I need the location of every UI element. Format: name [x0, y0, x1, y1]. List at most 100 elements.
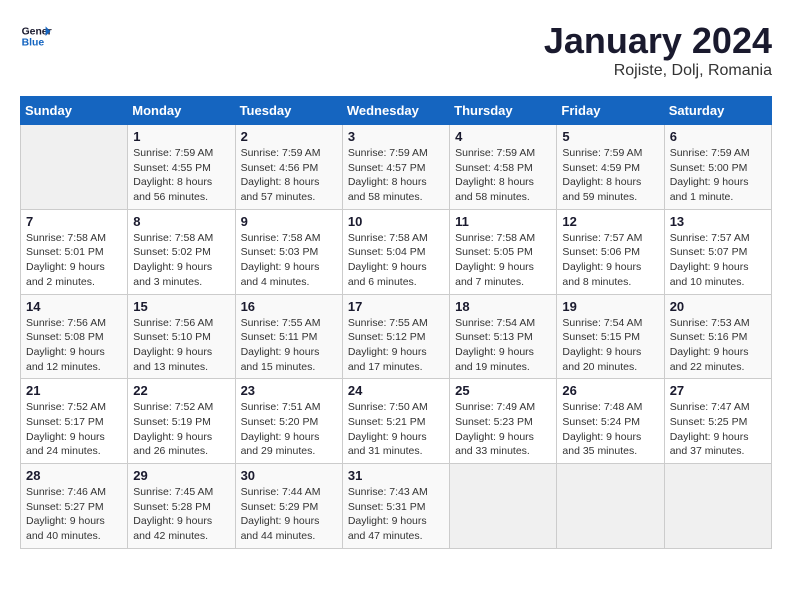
- calendar-cell: 25 Sunrise: 7:49 AM Sunset: 5:23 PM Dayli…: [450, 379, 557, 464]
- calendar-cell: 10 Sunrise: 7:58 AM Sunset: 5:04 PM Dayli…: [342, 209, 449, 294]
- calendar-week-5: 28 Sunrise: 7:46 AM Sunset: 5:27 PM Dayli…: [21, 464, 772, 549]
- header-cell-saturday: Saturday: [664, 97, 771, 125]
- day-info: Sunrise: 7:59 AM Sunset: 4:56 PM Dayligh…: [241, 146, 337, 205]
- day-info: Sunrise: 7:50 AM Sunset: 5:21 PM Dayligh…: [348, 400, 444, 459]
- calendar-subtitle: Rojiste, Dolj, Romania: [544, 62, 772, 80]
- day-number: 13: [670, 214, 766, 229]
- calendar-cell: 28 Sunrise: 7:46 AM Sunset: 5:27 PM Dayli…: [21, 464, 128, 549]
- day-number: 5: [562, 129, 658, 144]
- day-number: 23: [241, 383, 337, 398]
- calendar-cell: [664, 464, 771, 549]
- calendar-table: SundayMondayTuesdayWednesdayThursdayFrid…: [20, 96, 772, 549]
- day-number: 26: [562, 383, 658, 398]
- header-cell-tuesday: Tuesday: [235, 97, 342, 125]
- day-info: Sunrise: 7:57 AM Sunset: 5:07 PM Dayligh…: [670, 231, 766, 290]
- calendar-body: 1Sunrise: 7:59 AM Sunset: 4:55 PM Daylig…: [21, 125, 772, 549]
- day-info: Sunrise: 7:49 AM Sunset: 5:23 PM Dayligh…: [455, 400, 551, 459]
- calendar-cell: 9 Sunrise: 7:58 AM Sunset: 5:03 PM Daylig…: [235, 209, 342, 294]
- header-row: SundayMondayTuesdayWednesdayThursdayFrid…: [21, 97, 772, 125]
- calendar-cell: 26 Sunrise: 7:48 AM Sunset: 5:24 PM Dayli…: [557, 379, 664, 464]
- calendar-cell: 16 Sunrise: 7:55 AM Sunset: 5:11 PM Dayli…: [235, 294, 342, 379]
- day-number: 1: [133, 129, 229, 144]
- calendar-cell: 29 Sunrise: 7:45 AM Sunset: 5:28 PM Dayli…: [128, 464, 235, 549]
- calendar-cell: 30Sunrise: 7:44 AM Sunset: 5:29 PM Dayli…: [235, 464, 342, 549]
- svg-text:Blue: Blue: [22, 38, 45, 49]
- calendar-cell: 7Sunrise: 7:58 AM Sunset: 5:01 PM Daylig…: [21, 209, 128, 294]
- day-info: Sunrise: 7:58 AM Sunset: 5:02 PM Dayligh…: [133, 231, 229, 290]
- day-info: Sunrise: 7:54 AM Sunset: 5:13 PM Dayligh…: [455, 316, 551, 375]
- day-number: 29: [133, 468, 229, 483]
- day-number: 31: [348, 468, 444, 483]
- day-number: 10: [348, 214, 444, 229]
- day-info: Sunrise: 7:53 AM Sunset: 5:16 PM Dayligh…: [670, 316, 766, 375]
- logo-icon: General Blue: [20, 20, 52, 52]
- day-number: 30: [241, 468, 337, 483]
- day-info: Sunrise: 7:51 AM Sunset: 5:20 PM Dayligh…: [241, 400, 337, 459]
- calendar-cell: 31Sunrise: 7:43 AM Sunset: 5:31 PM Dayli…: [342, 464, 449, 549]
- calendar-cell: 11 Sunrise: 7:58 AM Sunset: 5:05 PM Dayli…: [450, 209, 557, 294]
- day-number: 18: [455, 299, 551, 314]
- day-number: 15: [133, 299, 229, 314]
- day-info: Sunrise: 7:47 AM Sunset: 5:25 PM Dayligh…: [670, 400, 766, 459]
- calendar-cell: 14 Sunrise: 7:56 AM Sunset: 5:08 PM Dayli…: [21, 294, 128, 379]
- header-cell-wednesday: Wednesday: [342, 97, 449, 125]
- calendar-cell: 17 Sunrise: 7:55 AM Sunset: 5:12 PM Dayli…: [342, 294, 449, 379]
- day-number: 2: [241, 129, 337, 144]
- calendar-cell: 5 Sunrise: 7:59 AM Sunset: 4:59 PM Daylig…: [557, 125, 664, 210]
- day-info: Sunrise: 7:56 AM Sunset: 5:08 PM Dayligh…: [26, 316, 122, 375]
- calendar-cell: 4 Sunrise: 7:59 AM Sunset: 4:58 PM Daylig…: [450, 125, 557, 210]
- day-number: 4: [455, 129, 551, 144]
- day-info: Sunrise: 7:54 AM Sunset: 5:15 PM Dayligh…: [562, 316, 658, 375]
- calendar-cell: 23 Sunrise: 7:51 AM Sunset: 5:20 PM Dayli…: [235, 379, 342, 464]
- calendar-cell: [450, 464, 557, 549]
- calendar-cell: 21Sunrise: 7:52 AM Sunset: 5:17 PM Dayli…: [21, 379, 128, 464]
- day-info: Sunrise: 7:59 AM Sunset: 5:00 PM Dayligh…: [670, 146, 766, 205]
- calendar-cell: 6 Sunrise: 7:59 AM Sunset: 5:00 PM Daylig…: [664, 125, 771, 210]
- calendar-cell: 19Sunrise: 7:54 AM Sunset: 5:15 PM Dayli…: [557, 294, 664, 379]
- calendar-title: January 2024: [544, 20, 772, 62]
- calendar-cell: 8Sunrise: 7:58 AM Sunset: 5:02 PM Daylig…: [128, 209, 235, 294]
- calendar-cell: 18 Sunrise: 7:54 AM Sunset: 5:13 PM Dayli…: [450, 294, 557, 379]
- header-cell-friday: Friday: [557, 97, 664, 125]
- day-info: Sunrise: 7:58 AM Sunset: 5:05 PM Dayligh…: [455, 231, 551, 290]
- calendar-week-2: 7Sunrise: 7:58 AM Sunset: 5:01 PM Daylig…: [21, 209, 772, 294]
- day-info: Sunrise: 7:52 AM Sunset: 5:17 PM Dayligh…: [26, 400, 122, 459]
- day-info: Sunrise: 7:59 AM Sunset: 4:59 PM Dayligh…: [562, 146, 658, 205]
- calendar-week-4: 21Sunrise: 7:52 AM Sunset: 5:17 PM Dayli…: [21, 379, 772, 464]
- calendar-week-1: 1Sunrise: 7:59 AM Sunset: 4:55 PM Daylig…: [21, 125, 772, 210]
- day-info: Sunrise: 7:46 AM Sunset: 5:27 PM Dayligh…: [26, 485, 122, 544]
- calendar-cell: 3Sunrise: 7:59 AM Sunset: 4:57 PM Daylig…: [342, 125, 449, 210]
- day-number: 22: [133, 383, 229, 398]
- calendar-cell: 24Sunrise: 7:50 AM Sunset: 5:21 PM Dayli…: [342, 379, 449, 464]
- day-info: Sunrise: 7:55 AM Sunset: 5:12 PM Dayligh…: [348, 316, 444, 375]
- calendar-cell: 12Sunrise: 7:57 AM Sunset: 5:06 PM Dayli…: [557, 209, 664, 294]
- calendar-cell: 20Sunrise: 7:53 AM Sunset: 5:16 PM Dayli…: [664, 294, 771, 379]
- day-number: 28: [26, 468, 122, 483]
- calendar-cell: [21, 125, 128, 210]
- day-number: 27: [670, 383, 766, 398]
- day-number: 14: [26, 299, 122, 314]
- day-info: Sunrise: 7:58 AM Sunset: 5:03 PM Dayligh…: [241, 231, 337, 290]
- day-number: 17: [348, 299, 444, 314]
- day-number: 11: [455, 214, 551, 229]
- day-info: Sunrise: 7:56 AM Sunset: 5:10 PM Dayligh…: [133, 316, 229, 375]
- day-number: 16: [241, 299, 337, 314]
- day-number: 3: [348, 129, 444, 144]
- page-header: General Blue General Blue January 2024 R…: [20, 20, 772, 80]
- day-info: Sunrise: 7:48 AM Sunset: 5:24 PM Dayligh…: [562, 400, 658, 459]
- day-info: Sunrise: 7:45 AM Sunset: 5:28 PM Dayligh…: [133, 485, 229, 544]
- title-block: January 2024 Rojiste, Dolj, Romania: [544, 20, 772, 80]
- day-info: Sunrise: 7:57 AM Sunset: 5:06 PM Dayligh…: [562, 231, 658, 290]
- header-cell-thursday: Thursday: [450, 97, 557, 125]
- day-number: 6: [670, 129, 766, 144]
- calendar-cell: 13 Sunrise: 7:57 AM Sunset: 5:07 PM Dayli…: [664, 209, 771, 294]
- day-info: Sunrise: 7:59 AM Sunset: 4:58 PM Dayligh…: [455, 146, 551, 205]
- header-cell-monday: Monday: [128, 97, 235, 125]
- calendar-header: SundayMondayTuesdayWednesdayThursdayFrid…: [21, 97, 772, 125]
- calendar-cell: 2 Sunrise: 7:59 AM Sunset: 4:56 PM Daylig…: [235, 125, 342, 210]
- day-info: Sunrise: 7:55 AM Sunset: 5:11 PM Dayligh…: [241, 316, 337, 375]
- day-number: 25: [455, 383, 551, 398]
- day-number: 9: [241, 214, 337, 229]
- day-info: Sunrise: 7:58 AM Sunset: 5:04 PM Dayligh…: [348, 231, 444, 290]
- calendar-cell: 22Sunrise: 7:52 AM Sunset: 5:19 PM Dayli…: [128, 379, 235, 464]
